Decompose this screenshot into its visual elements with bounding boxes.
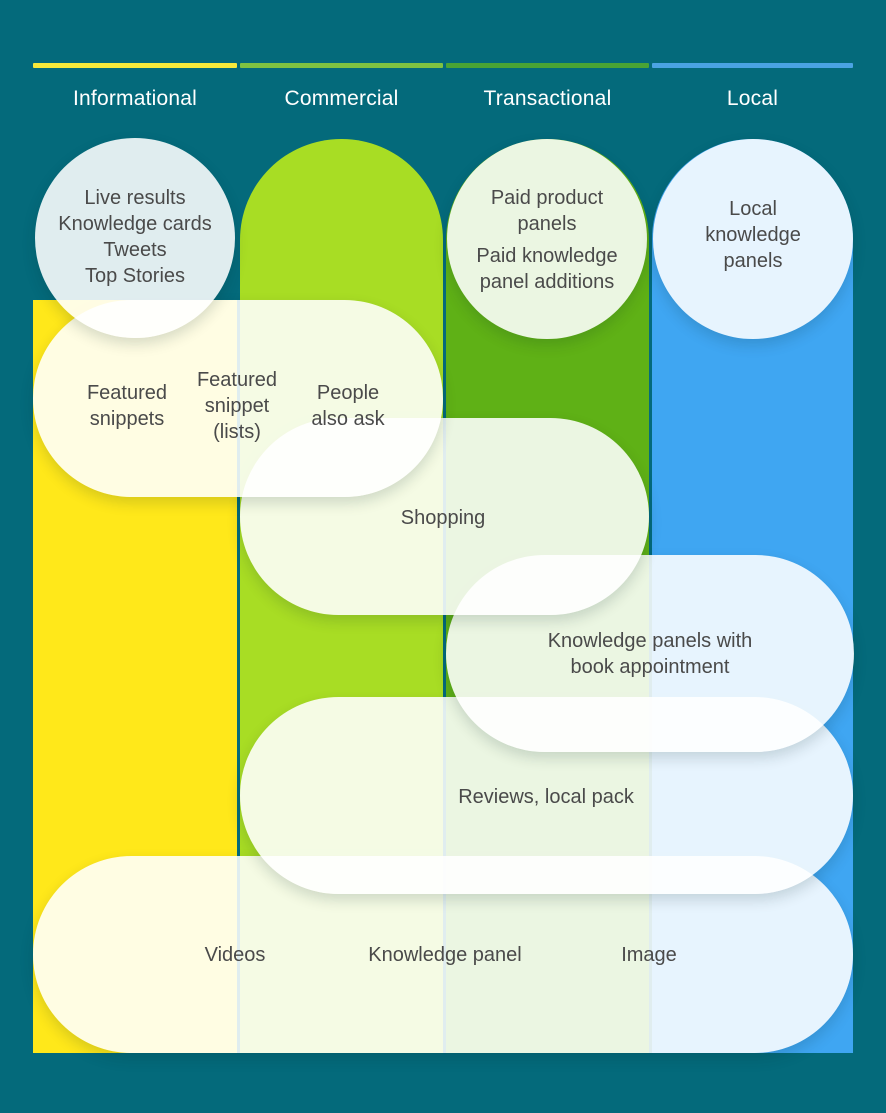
infographic-canvas: Informational Commercial Transactional L… <box>0 0 886 1113</box>
feature-label-local-knowledge-panels: Local knowledge panels <box>705 198 801 272</box>
feature-label-image: Image <box>621 944 677 966</box>
feature-label-shopping: Shopping <box>400 507 486 529</box>
column-header-local: Local <box>726 87 779 110</box>
feature-label-knowledge-panels-book: Knowledge panels with book appointment <box>547 630 753 678</box>
header-rule-local <box>652 63 853 68</box>
column-header-transactional: Transactional <box>483 87 612 110</box>
header-rule-commercial <box>240 63 443 68</box>
feature-label-reviews-local-pack: Reviews, local pack <box>458 786 634 808</box>
feature-label-paid-knowledge-panel: Paid knowledge panel additions <box>476 245 618 293</box>
header-rule-informational <box>33 63 237 68</box>
column-header-informational: Informational <box>73 87 197 110</box>
column-header-commercial: Commercial <box>284 87 399 110</box>
feature-label-live-results-group: Live results Knowledge cards Tweets Top … <box>58 187 212 287</box>
feature-label-people-also-ask: People also ask <box>311 382 385 430</box>
feature-label-videos: Videos <box>204 944 266 966</box>
header-rule-transactional <box>446 63 649 68</box>
feature-shape-paid-panels <box>447 139 647 339</box>
feature-label-knowledge-panel: Knowledge panel <box>368 944 522 966</box>
feature-label-paid-product-panels: Paid product panels <box>490 187 604 235</box>
